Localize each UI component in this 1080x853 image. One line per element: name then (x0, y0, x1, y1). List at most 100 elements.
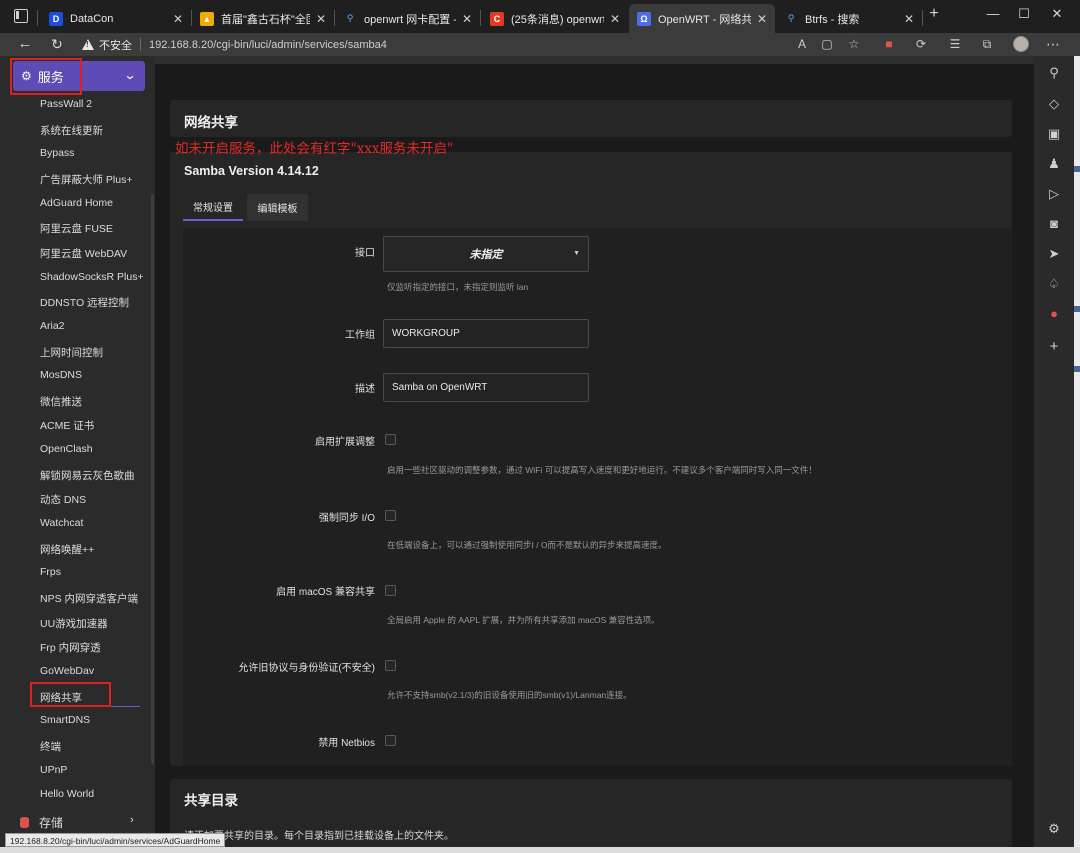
extension-tuning-checkbox[interactable] (385, 434, 396, 445)
sidebar-menu-item[interactable]: 动态 DNS (40, 492, 86, 507)
legacy-protocol-checkbox[interactable] (385, 660, 396, 671)
interface-select[interactable]: 未指定 ▼ (383, 236, 589, 272)
refresh-icon[interactable]: ↻ (46, 35, 68, 53)
tab-title: (25条消息) openwrt lan 和 (511, 13, 604, 26)
annotation-highlight-box (30, 682, 111, 707)
browser-tab-strip: D DataCon ✕ ▲ 首届"鑫古石杯"全国电子数 ✕ ⚲ openwrt … (0, 0, 1080, 33)
address-bar[interactable]: 不安全 192.168.8.20/cgi-bin/luci/admin/serv… (82, 34, 872, 55)
back-icon[interactable]: ← (14, 35, 36, 53)
close-tab-icon[interactable]: ✕ (755, 12, 769, 26)
sidebar-menu-item[interactable]: MosDNS (40, 369, 82, 381)
macos-compat-checkbox[interactable] (385, 585, 396, 596)
browser-tab[interactable]: ⚲ openwrt 网卡配置 - 搜索 ✕ (335, 4, 480, 33)
browser-tab[interactable]: ▲ 首届"鑫古石杯"全国电子数 ✕ (192, 4, 334, 33)
sidebar-menu-item[interactable]: GoWebDav (40, 665, 94, 677)
sidebar-menu-item[interactable]: ShadowSocksR Plus+ (40, 271, 144, 283)
sidebar-menu-item[interactable]: PassWall 2 (40, 98, 92, 110)
more-menu-icon[interactable]: ⋯ (1044, 36, 1062, 52)
tab-title: OpenWRT - 网络共享 - Lu (658, 13, 751, 26)
tree-icon[interactable]: ♤ (1044, 276, 1064, 292)
macos-compat-hint: 全局启用 Apple 的 AAPL 扩展，并为所有共享添加 macOS 兼容性选… (387, 615, 660, 625)
maximize-icon[interactable]: ☐ (1009, 6, 1039, 22)
sidebar-menu-item[interactable]: OpenClash (40, 443, 93, 455)
sidebar-menu-item[interactable]: 终端 (40, 739, 61, 754)
url-text[interactable]: 192.168.8.20/cgi-bin/luci/admin/services… (149, 39, 387, 51)
collections-icon[interactable]: ⧉ (978, 36, 996, 52)
send-icon[interactable]: ➤ (1044, 246, 1064, 262)
search-icon[interactable]: ⚲ (1044, 65, 1064, 81)
profile-avatar[interactable] (1013, 36, 1029, 52)
close-tab-icon[interactable]: ✕ (902, 12, 916, 26)
sidebar-menu-item[interactable]: Bypass (40, 147, 74, 159)
browser-tab[interactable]: ⚲ Btrfs - 搜索 ✕ (776, 4, 922, 33)
minimize-icon[interactable]: — (978, 6, 1008, 21)
menu-storage[interactable]: 存储 › (20, 814, 134, 831)
database-icon (20, 817, 29, 828)
read-aloud-icon[interactable]: A (793, 36, 811, 52)
sidebar-menu-item[interactable]: 阿里云盘 WebDAV (40, 246, 127, 261)
extension-tuning-label: 启用扩展调整 (315, 437, 375, 448)
sidebar-menu-item[interactable]: Frp 内网穿透 (40, 640, 101, 655)
sidebar-menu-item[interactable]: UPnP (40, 764, 67, 776)
background-window-edge (1074, 56, 1080, 853)
app-icon[interactable]: ● (1044, 306, 1064, 321)
sidebar-menu-item[interactable]: NPS 内网穿透客户端 (40, 591, 138, 606)
extension-icon[interactable]: ■ (880, 36, 898, 52)
screenshot-root: D DataCon ✕ ▲ 首届"鑫古石杯"全国电子数 ✕ ⚲ openwrt … (0, 0, 1080, 853)
sidebar-menu-item[interactable]: SmartDNS (40, 714, 90, 726)
tab-edit-template[interactable]: 编辑模板 (247, 194, 308, 221)
tab-favicon-icon: C (490, 11, 504, 26)
office-icon[interactable]: ◙ (1044, 216, 1064, 231)
browser-tab[interactable]: C (25条消息) openwrt lan 和 ✕ (482, 4, 628, 33)
force-sync-checkbox[interactable] (385, 510, 396, 521)
favorite-star-icon[interactable]: ☆ (845, 36, 863, 52)
tab-actions-icon[interactable] (14, 9, 28, 23)
workgroup-input[interactable]: WORKGROUP (383, 319, 589, 348)
sidebar-menu-item[interactable]: Hello World (40, 788, 94, 800)
browser-tab-active[interactable]: Ω OpenWRT - 网络共享 - Lu ✕ (629, 4, 775, 33)
sidebar-menu-item[interactable]: DDNSTO 远程控制 (40, 295, 129, 310)
tag-icon[interactable]: ◇ (1044, 96, 1064, 112)
play-icon[interactable]: ▷ (1044, 186, 1064, 202)
sidebar-menu-item[interactable]: 广告屏蔽大师 Plus+ (40, 172, 132, 187)
sidebar-menu-item[interactable]: UU游戏加速器 (40, 616, 108, 631)
sidebar-menu-item[interactable]: 上网时间控制 (40, 345, 103, 360)
sidebar-menu-item[interactable]: Watchcat (40, 517, 83, 529)
add-icon[interactable]: + (1044, 338, 1064, 355)
browser-tab[interactable]: D DataCon ✕ (41, 4, 191, 33)
status-bar-url: 192.168.8.20/cgi-bin/luci/admin/services… (5, 833, 226, 847)
sidebar-scrollbar[interactable] (151, 194, 154, 764)
interface-hint: 仅监听指定的接口，未指定则监听 lan (387, 282, 529, 292)
settings-gear-icon[interactable]: ⚙ (1044, 821, 1064, 837)
close-tab-icon[interactable]: ✕ (171, 12, 185, 26)
extensions-puzzle-icon[interactable]: ⟳ (912, 36, 930, 52)
close-window-icon[interactable]: ✕ (1042, 6, 1072, 22)
samba-version: Samba Version 4.14.12 (184, 164, 319, 178)
not-secure-label[interactable]: 不安全 (99, 37, 132, 53)
description-input[interactable]: Samba on OpenWRT (383, 373, 589, 402)
disable-netbios-checkbox[interactable] (385, 735, 396, 746)
sidebar-menu-item[interactable]: Aria2 (40, 320, 65, 332)
sidebar-menu-item[interactable]: 阿里云盘 FUSE (40, 221, 113, 236)
sidebar-menu-item[interactable]: ACME 证书 (40, 418, 94, 433)
tab-general-settings[interactable]: 常规设置 (183, 194, 243, 221)
sidebar-menu-item[interactable]: Frps (40, 566, 61, 578)
legacy-protocol-label: 允许旧协议与身份验证(不安全) (238, 663, 375, 674)
page-title-card: 网络共享 (170, 100, 1012, 137)
close-tab-icon[interactable]: ✕ (460, 12, 474, 26)
share-dir-title: 共享目录 (184, 793, 238, 808)
reader-view-icon[interactable]: ▢ (818, 36, 836, 52)
sidebar-menu-item[interactable]: 网络唤醒++ (40, 542, 94, 557)
sidebar-menu-item[interactable]: 解锁网易云灰色歌曲 (40, 468, 135, 483)
close-tab-icon[interactable]: ✕ (608, 12, 622, 26)
new-tab-button[interactable]: + (919, 5, 949, 23)
sidebar-menu-item[interactable]: AdGuard Home (40, 197, 113, 209)
sidebar-menu-item[interactable]: 微信推送 (40, 394, 82, 409)
force-sync-hint: 在低端设备上，可以通过强制使用同步I / O而不是默认的异步来提高速度。 (387, 540, 667, 550)
macos-compat-label: 启用 macOS 兼容共享 (276, 587, 375, 598)
close-tab-icon[interactable]: ✕ (314, 12, 328, 26)
sidebar-menu-item[interactable]: 系统在线更新 (40, 123, 103, 138)
briefcase-icon[interactable]: ▣ (1044, 126, 1064, 142)
games-icon[interactable]: ♟ (1044, 156, 1064, 172)
favorites-icon[interactable]: ☰ (946, 36, 964, 52)
